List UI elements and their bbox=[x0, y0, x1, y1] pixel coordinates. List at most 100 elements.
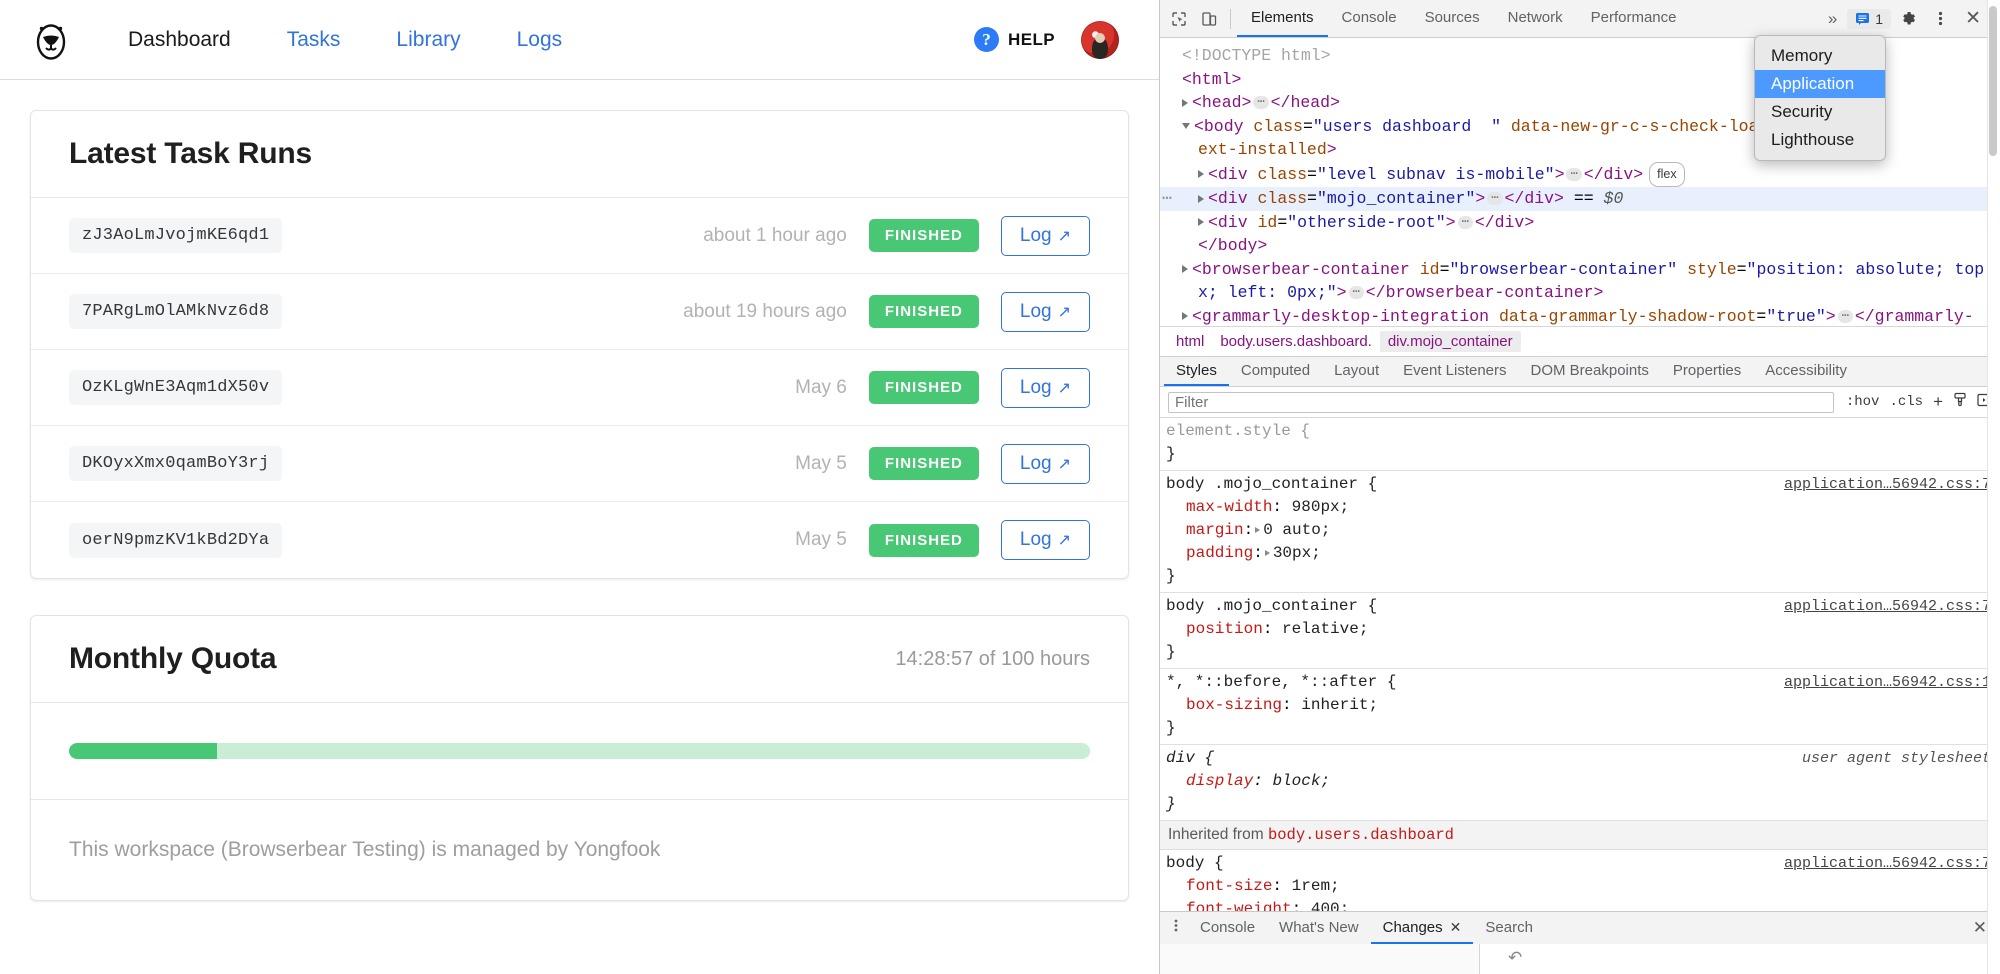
css-property-name[interactable]: box-sizing bbox=[1186, 696, 1282, 714]
dropdown-item-memory[interactable]: Memory bbox=[1755, 42, 1885, 70]
log-button[interactable]: Log↗ bbox=[1001, 520, 1090, 560]
expand-children-icon[interactable]: ⋯ bbox=[1458, 216, 1473, 229]
breadcrumb-item-body[interactable]: body.users.dashboard. bbox=[1212, 331, 1380, 352]
css-source-link[interactable]: application…56942.css:1 bbox=[1784, 671, 1991, 694]
css-property-value[interactable]: block; bbox=[1272, 772, 1330, 790]
nav-link-dashboard[interactable]: Dashboard bbox=[100, 28, 259, 52]
css-selector[interactable]: body { bbox=[1166, 852, 1224, 875]
css-declaration[interactable]: font-size: 1rem; bbox=[1160, 875, 1999, 898]
dom-node-line[interactable]: <div id="otherside-root">⋯</div> bbox=[1160, 211, 1999, 235]
css-declaration[interactable]: max-width: 980px; bbox=[1160, 496, 1999, 519]
css-property-name[interactable]: margin bbox=[1186, 521, 1244, 539]
nav-link-logs[interactable]: Logs bbox=[489, 28, 591, 52]
chevron-right-icon[interactable] bbox=[1182, 265, 1188, 273]
tab-properties[interactable]: Properties bbox=[1661, 357, 1753, 386]
dom-node-line[interactable]: <grammarly-desktop-integration data-gram… bbox=[1160, 305, 1999, 327]
chevron-right-icon[interactable] bbox=[1198, 218, 1204, 226]
css-declaration[interactable]: display: block; bbox=[1160, 770, 1999, 793]
dom-node-line[interactable]: </body> bbox=[1160, 234, 1999, 258]
tab-elements[interactable]: Elements bbox=[1237, 0, 1328, 37]
css-property-name[interactable]: font-weight bbox=[1186, 900, 1292, 911]
expand-children-icon[interactable]: ⋯ bbox=[1487, 192, 1502, 205]
tab-layout[interactable]: Layout bbox=[1322, 357, 1391, 386]
chevron-right-icon[interactable] bbox=[1198, 170, 1204, 178]
chevron-right-icon[interactable] bbox=[1198, 195, 1204, 203]
css-property-value[interactable]: 980px; bbox=[1292, 498, 1350, 516]
css-selector[interactable]: *, *::before, *::after { bbox=[1166, 671, 1396, 694]
tab-network[interactable]: Network bbox=[1494, 0, 1577, 37]
drawer-tab-changes[interactable]: Changes✕ bbox=[1371, 912, 1474, 944]
dom-node-line[interactable]: <browserbear-container id="browserbear-c… bbox=[1160, 258, 1999, 282]
expand-children-icon[interactable]: ⋯ bbox=[1566, 168, 1581, 181]
expand-children-icon[interactable]: ⋯ bbox=[1838, 310, 1853, 323]
chevron-right-icon[interactable] bbox=[1265, 550, 1270, 556]
undo-icon[interactable]: ↶ bbox=[1508, 948, 1522, 967]
chevron-right-icon[interactable] bbox=[1255, 527, 1260, 533]
breadcrumb-item-html[interactable]: html bbox=[1168, 331, 1212, 352]
tab-console[interactable]: Console bbox=[1328, 0, 1411, 37]
styles-rules-pane[interactable]: element.style {}body .mojo_container {ap… bbox=[1160, 418, 1999, 911]
css-property-name[interactable]: position bbox=[1186, 620, 1263, 638]
device-toolbar-icon[interactable] bbox=[1194, 4, 1224, 34]
hover-state-button[interactable]: :hov bbox=[1846, 394, 1880, 410]
more-tabs-button[interactable]: » bbox=[1820, 9, 1845, 29]
help-button[interactable]: ? HELP bbox=[974, 27, 1055, 52]
css-property-name[interactable]: padding bbox=[1186, 544, 1253, 562]
log-button[interactable]: Log↗ bbox=[1001, 292, 1090, 332]
drawer-tab-whats-new[interactable]: What's New bbox=[1267, 912, 1371, 944]
chevron-down-icon[interactable] bbox=[1182, 123, 1190, 129]
tab-accessibility[interactable]: Accessibility bbox=[1753, 357, 1859, 386]
close-icon[interactable]: ✕ bbox=[1957, 7, 1989, 30]
class-toggle-button[interactable]: .cls bbox=[1889, 394, 1923, 410]
dom-node-line[interactable]: x; left: 0px;">⋯</browserbear-container> bbox=[1160, 281, 1999, 305]
tab-sources[interactable]: Sources bbox=[1411, 0, 1494, 37]
dropdown-item-security[interactable]: Security bbox=[1755, 98, 1885, 126]
tab-event-listeners[interactable]: Event Listeners bbox=[1391, 357, 1518, 386]
brush-icon[interactable] bbox=[1953, 392, 1967, 412]
css-declaration[interactable]: margin:0 auto; bbox=[1160, 519, 1999, 542]
css-declaration[interactable]: position: relative; bbox=[1160, 618, 1999, 641]
close-icon[interactable]: ✕ bbox=[1450, 919, 1462, 936]
css-property-value[interactable]: relative; bbox=[1282, 620, 1368, 638]
dom-node-line[interactable]: ⋯<div class="mojo_container">⋯</div> == … bbox=[1160, 187, 1999, 211]
log-button[interactable]: Log↗ bbox=[1001, 216, 1090, 256]
css-selector[interactable]: body .mojo_container { bbox=[1166, 595, 1377, 618]
css-property-name[interactable]: display bbox=[1186, 772, 1253, 790]
log-button[interactable]: Log↗ bbox=[1001, 444, 1090, 484]
dropdown-item-lighthouse[interactable]: Lighthouse bbox=[1755, 126, 1885, 154]
inherited-source-node[interactable]: body.users.dashboard bbox=[1268, 826, 1454, 844]
css-declaration[interactable]: font-weight: 400; bbox=[1160, 898, 1999, 911]
breadcrumb-item-div[interactable]: div.mojo_container bbox=[1380, 331, 1521, 352]
flex-badge[interactable]: flex bbox=[1649, 162, 1684, 188]
chevron-right-icon[interactable] bbox=[1182, 312, 1188, 320]
css-source-link[interactable]: application…56942.css:7 bbox=[1784, 473, 1991, 496]
user-avatar[interactable] bbox=[1081, 21, 1119, 59]
css-selector[interactable]: body .mojo_container { bbox=[1166, 473, 1377, 496]
nav-link-tasks[interactable]: Tasks bbox=[259, 28, 369, 52]
inspect-element-icon[interactable] bbox=[1164, 4, 1194, 34]
styles-scrollbar[interactable] bbox=[1987, 418, 1999, 911]
css-declaration[interactable]: box-sizing: inherit; bbox=[1160, 694, 1999, 717]
browserbear-logo-icon[interactable] bbox=[28, 17, 74, 63]
css-source-link[interactable]: application…56942.css:7 bbox=[1784, 852, 1991, 875]
dom-node-line[interactable]: <div class="level subnav is-mobile">⋯</d… bbox=[1160, 162, 1999, 188]
dropdown-item-application[interactable]: Application bbox=[1755, 70, 1885, 98]
css-property-value[interactable]: inherit; bbox=[1301, 696, 1378, 714]
tab-dom-breakpoints[interactable]: DOM Breakpoints bbox=[1519, 357, 1661, 386]
tab-styles[interactable]: Styles bbox=[1164, 357, 1229, 386]
new-style-rule-button[interactable]: + bbox=[1933, 392, 1943, 412]
css-property-value[interactable]: 1rem; bbox=[1292, 877, 1340, 895]
drawer-more-options-icon[interactable] bbox=[1164, 918, 1188, 938]
more-options-icon[interactable] bbox=[1925, 4, 1955, 34]
drawer-tab-console[interactable]: Console bbox=[1188, 912, 1267, 944]
chevron-right-icon[interactable] bbox=[1182, 99, 1188, 107]
css-declaration[interactable]: padding:30px; bbox=[1160, 542, 1999, 565]
gear-icon[interactable] bbox=[1893, 4, 1923, 34]
expand-children-icon[interactable]: ⋯ bbox=[1349, 286, 1364, 299]
tab-performance[interactable]: Performance bbox=[1577, 0, 1691, 37]
css-property-name[interactable]: max-width bbox=[1186, 498, 1272, 516]
css-property-value[interactable]: 30px; bbox=[1273, 544, 1321, 562]
filter-input[interactable] bbox=[1168, 392, 1834, 413]
css-property-name[interactable]: font-size bbox=[1186, 877, 1272, 895]
css-source-link[interactable]: application…56942.css:7 bbox=[1784, 595, 1991, 618]
